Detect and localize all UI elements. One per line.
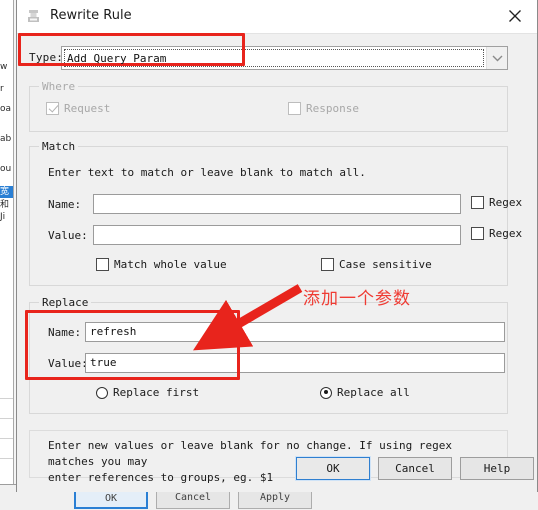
bg-left-fragment: w — [0, 62, 8, 72]
replace-value-label: Value: — [48, 357, 88, 370]
dialog-titlebar[interactable]: Rewrite Rule — [17, 0, 537, 33]
where-group: Where Request Response — [29, 80, 508, 132]
match-value-label: Value: — [48, 229, 88, 242]
replace-value-input[interactable]: true — [85, 353, 505, 373]
help-button[interactable]: Help — [460, 457, 534, 480]
bg-left-fragment: oa — [0, 104, 12, 114]
match-legend: Match — [39, 140, 79, 153]
close-icon[interactable] — [492, 0, 537, 31]
background-left-panel: w r oa ab ou 宽 和 Ji — [0, 0, 14, 510]
request-checkbox — [46, 102, 59, 115]
response-checkbox-row: Response — [288, 102, 359, 115]
case-sensitive-checkbox[interactable] — [321, 258, 334, 271]
match-name-regex-checkbox[interactable] — [471, 196, 484, 209]
response-label: Response — [306, 102, 359, 115]
match-value-regex-row[interactable]: Regex — [471, 227, 522, 240]
match-name-regex-row[interactable]: Regex — [471, 196, 522, 209]
match-whole-value-checkbox[interactable] — [96, 258, 109, 271]
dialog-body: Type: Add Query Param Where Request Resp… — [17, 33, 537, 492]
match-name-label: Name: — [48, 198, 82, 211]
replace-first-radio[interactable] — [96, 386, 108, 399]
replace-legend: Replace — [39, 296, 92, 309]
where-legend: Where — [39, 80, 79, 93]
bg-left-fragment: ou — [0, 164, 12, 174]
match-whole-value-row[interactable]: Match whole value — [96, 258, 227, 271]
replace-first-label: Replace first — [113, 386, 200, 399]
match-value-regex-label: Regex — [489, 227, 523, 240]
cancel-button[interactable]: Cancel — [378, 457, 452, 480]
bg-left-fragment: r — [0, 84, 4, 94]
bg-left-fragment: Ji — [0, 212, 6, 222]
replace-all-label: Replace all — [337, 386, 410, 399]
match-value-input[interactable] — [93, 225, 461, 245]
match-value-regex-checkbox[interactable] — [471, 227, 484, 240]
replace-name-input[interactable]: refresh — [85, 322, 505, 342]
bg-left-selected-item: 宽 — [0, 186, 13, 198]
bg-divider — [0, 458, 13, 459]
request-checkbox-row: Request — [46, 102, 110, 115]
type-combobox[interactable]: Add Query Param — [61, 46, 508, 70]
type-combobox-value: Add Query Param — [67, 51, 167, 65]
match-name-input[interactable] — [93, 194, 461, 214]
bg-divider — [0, 438, 13, 439]
match-hint: Enter text to match or leave blank to ma… — [48, 166, 366, 179]
type-label: Type: — [29, 51, 64, 64]
bg-divider — [0, 398, 13, 399]
case-sensitive-label: Case sensitive — [339, 258, 432, 271]
type-combobox-display[interactable]: Add Query Param — [62, 47, 486, 69]
match-name-regex-label: Regex — [489, 196, 523, 209]
type-row: Type: Add Query Param — [17, 46, 537, 72]
replace-group: Replace Name: refresh Value: true Replac… — [29, 296, 508, 414]
match-whole-value-label: Match whole value — [114, 258, 227, 271]
replace-all-radio[interactable] — [320, 386, 332, 399]
match-group: Match Enter text to match or leave blank… — [29, 140, 522, 286]
ok-button[interactable]: OK — [295, 456, 371, 481]
rewrite-rule-icon — [26, 9, 41, 24]
dialog-title: Rewrite Rule — [50, 8, 132, 23]
replace-all-radio-row[interactable]: Replace all — [320, 386, 410, 399]
replace-first-radio-row[interactable]: Replace first — [96, 386, 199, 399]
request-label: Request — [64, 102, 111, 115]
bg-left-fragment: 和 — [0, 200, 10, 210]
rewrite-rule-dialog: Rewrite Rule Type: Add Query Param Where… — [16, 0, 538, 492]
bg-left-fragment: ab — [0, 134, 12, 144]
case-sensitive-row[interactable]: Case sensitive — [321, 258, 432, 271]
bg-divider — [0, 418, 13, 419]
chevron-down-icon[interactable] — [486, 47, 507, 69]
response-checkbox — [288, 102, 301, 115]
replace-name-label: Name: — [48, 326, 82, 339]
